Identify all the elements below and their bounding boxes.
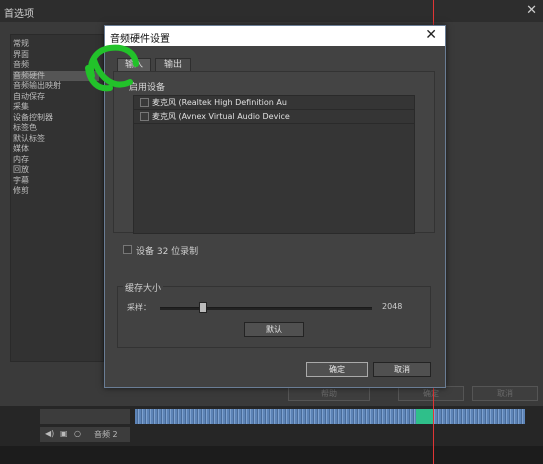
tab-output[interactable]: 输出 <box>155 58 191 72</box>
record-icon[interactable]: ▣ <box>60 429 68 438</box>
preferences-title: 首选项 <box>4 9 34 20</box>
buffer-size-group <box>117 286 431 348</box>
timeline-empty-area <box>0 446 543 464</box>
device-label-avnex: 麦克风 (Avnex Virtual Audio Device <box>152 112 290 121</box>
track-header-1[interactable] <box>40 409 130 424</box>
preferences-cancel-button[interactable]: 取消 <box>472 386 538 401</box>
track2-label: 音频 2 <box>94 430 118 439</box>
sample-slider-thumb[interactable] <box>199 302 208 313</box>
category-item[interactable]: 修剪 <box>13 186 99 196</box>
track-header-2[interactable]: ◀) ▣ ○ 音频 2 <box>40 427 130 442</box>
device-checkbox-avnex[interactable] <box>140 112 149 121</box>
annotation-stroke <box>85 44 139 92</box>
bit32-checkbox[interactable] <box>123 245 132 254</box>
category-item[interactable]: 回放 <box>13 165 99 175</box>
preferences-close-icon[interactable]: ✕ <box>526 3 537 18</box>
category-item[interactable]: 内存 <box>13 155 99 165</box>
bit32-label: 设备 32 位录制 <box>136 247 199 257</box>
timeline-panel: ◀) ▣ ○ 音频 2 <box>0 406 543 464</box>
device-label-realtek: 麦克风 (Realtek High Definition Au <box>152 98 287 107</box>
annotation-mark <box>85 44 139 92</box>
category-item[interactable]: 默认标签 <box>13 134 99 144</box>
category-item[interactable]: 字幕 <box>13 176 99 186</box>
sample-slider-track[interactable] <box>160 307 372 310</box>
category-item[interactable]: 设备控制器 <box>13 113 99 123</box>
audio-clip-selected[interactable] <box>416 409 433 424</box>
speaker-icon[interactable]: ◀) <box>45 429 54 438</box>
help-button[interactable]: 帮助 <box>288 386 370 401</box>
mute-icon[interactable]: ○ <box>74 429 81 438</box>
device-row-realtek[interactable]: 麦克风 (Realtek High Definition Au <box>134 96 414 110</box>
device-list: 麦克风 (Realtek High Definition Au 麦克风 (Avn… <box>133 95 415 234</box>
buffer-size-label: 缓存大小 <box>123 281 164 294</box>
preferences-ok-button[interactable]: 确定 <box>398 386 464 401</box>
sample-label: 采样： <box>127 303 151 312</box>
sample-value: 2048 <box>382 302 403 311</box>
cancel-button[interactable]: 取消 <box>373 362 431 377</box>
ok-button[interactable]: 确定 <box>306 362 368 377</box>
device-row-avnex[interactable]: 麦克风 (Avnex Virtual Audio Device <box>134 110 414 124</box>
preferences-titlebar: 首选项 ✕ <box>0 0 543 22</box>
default-button[interactable]: 默认 <box>244 322 304 337</box>
audio-hardware-dialog: 音频硬件设置 ✕ 输入 输出 启用设备 麦克风 (Realtek High De… <box>104 25 446 388</box>
dialog-close-icon[interactable]: ✕ <box>425 27 437 43</box>
dialog-titlebar: 音频硬件设置 ✕ <box>105 26 445 46</box>
category-item[interactable]: 标签色 <box>13 123 99 133</box>
audio-clip-1[interactable] <box>135 409 525 424</box>
category-item[interactable]: 媒体 <box>13 144 99 154</box>
